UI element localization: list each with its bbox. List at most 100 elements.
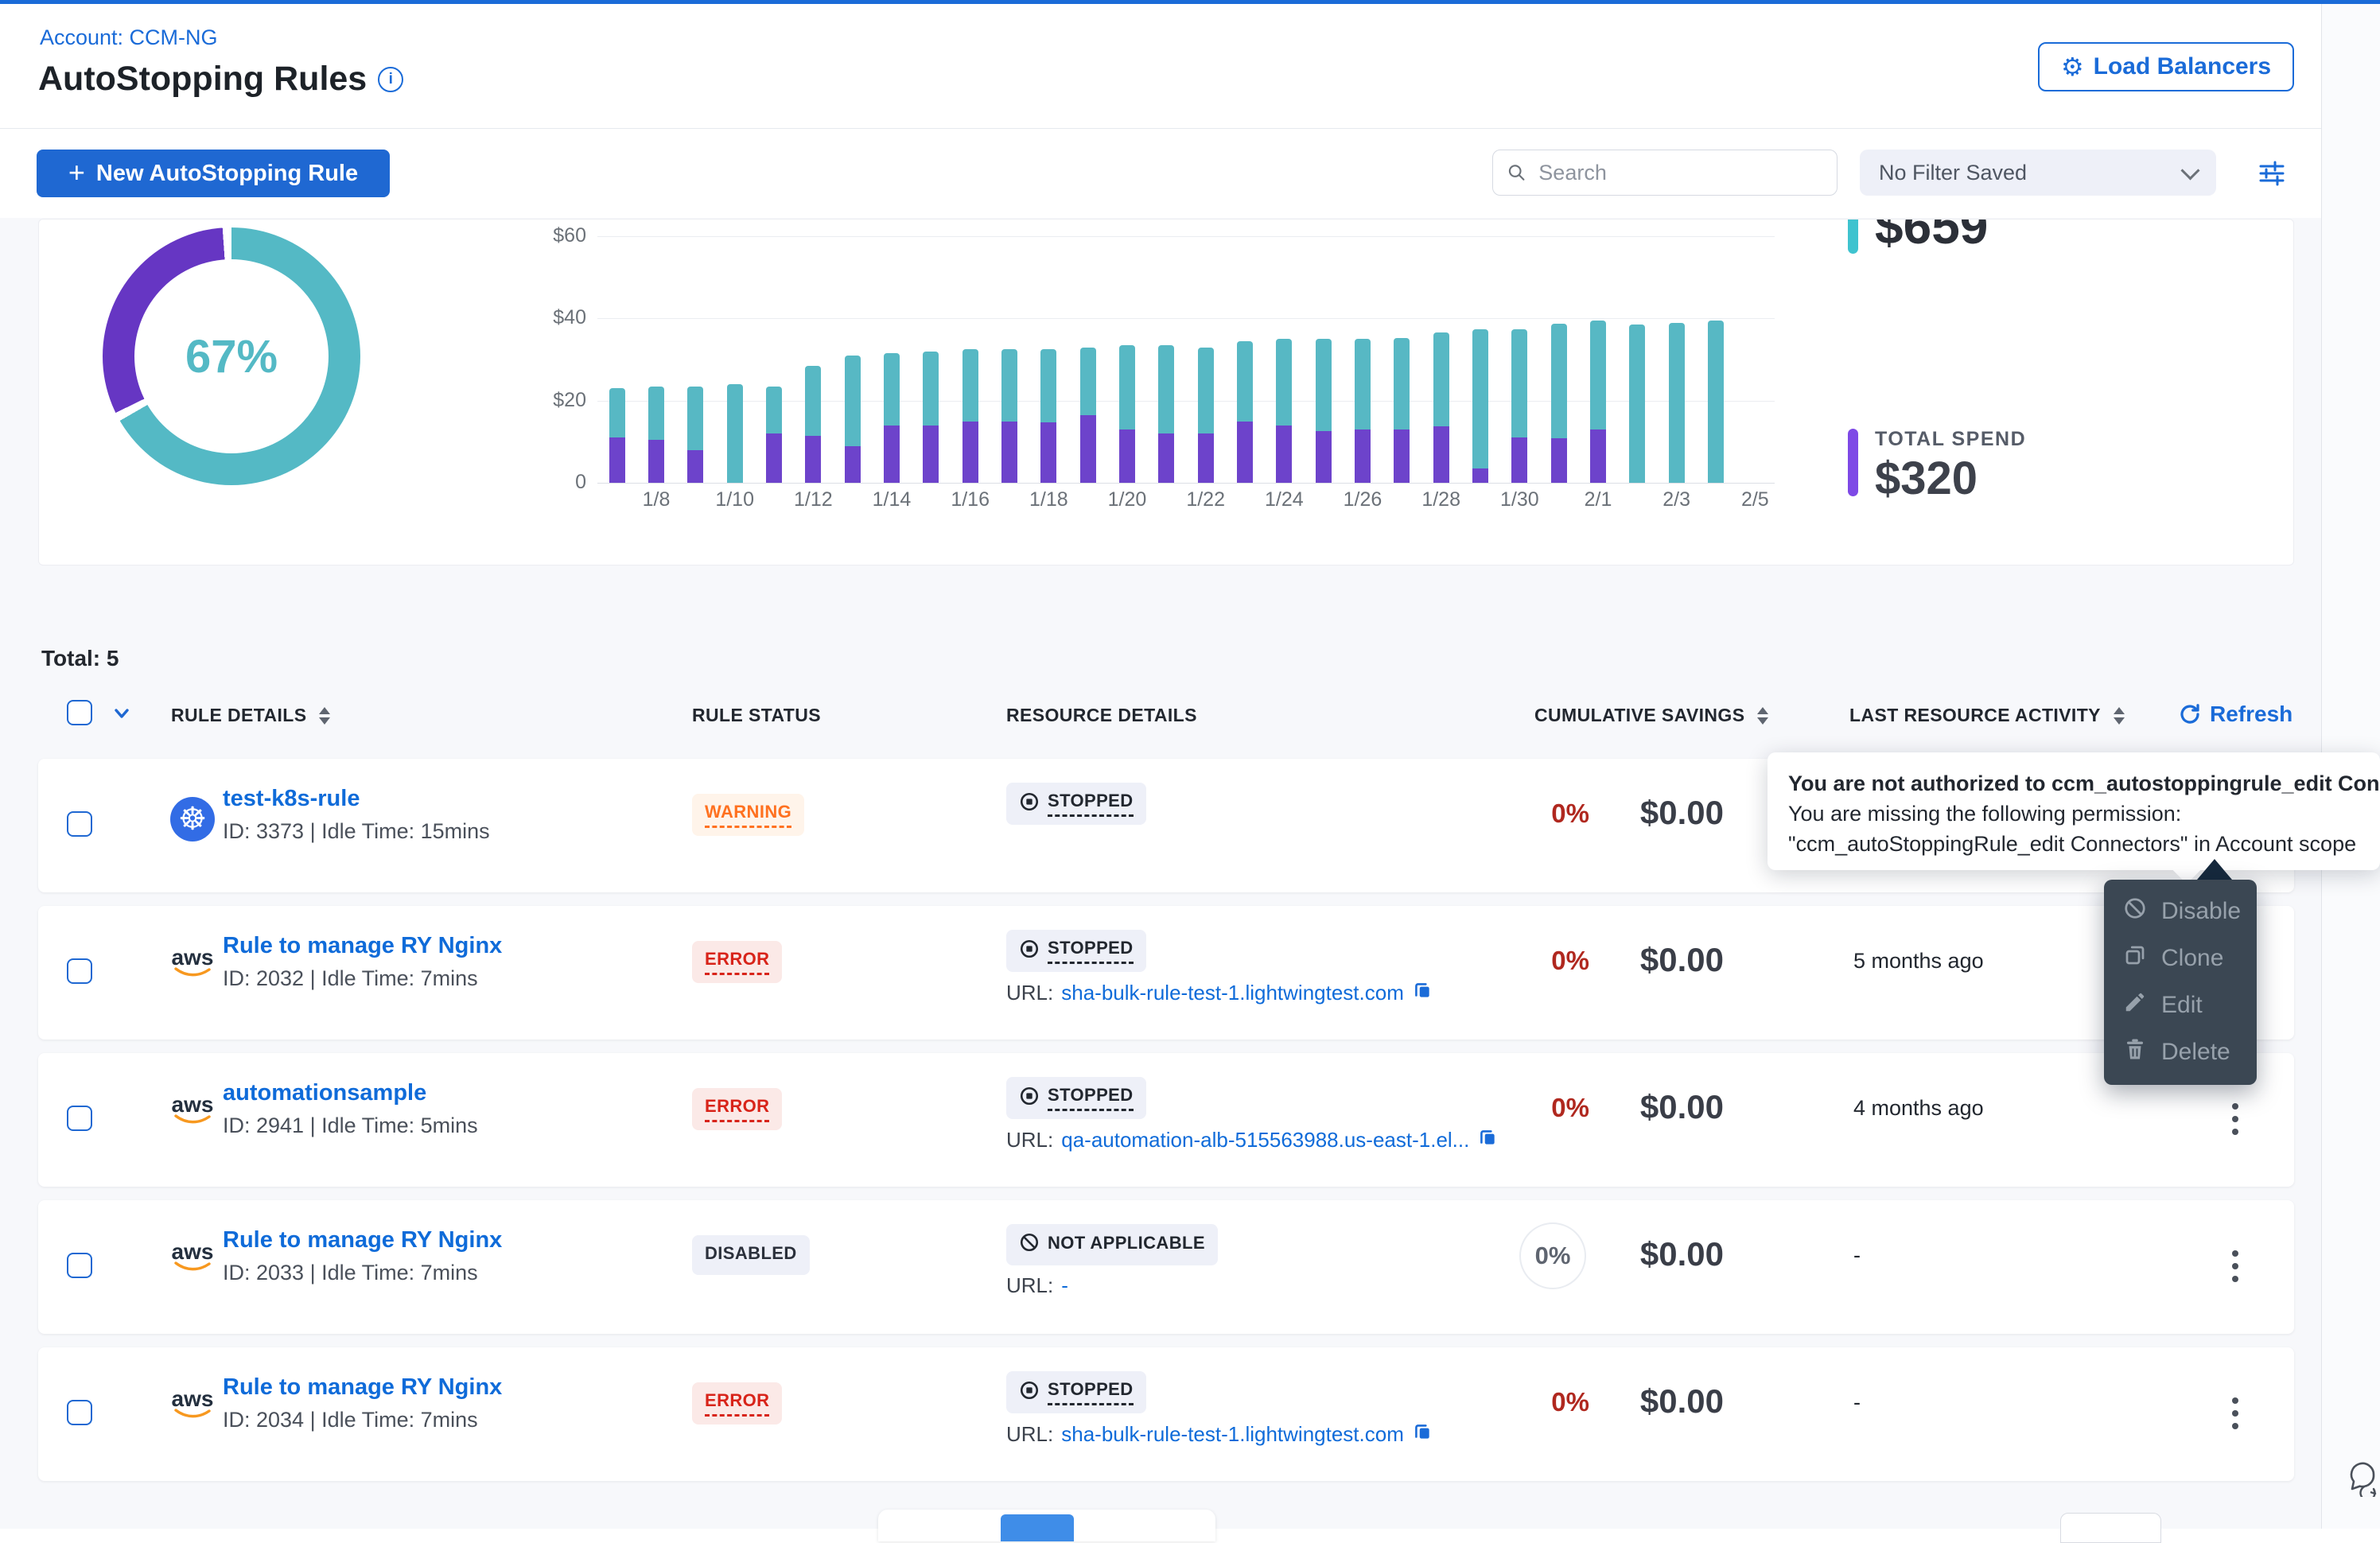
row-checkbox[interactable] — [67, 811, 92, 837]
filter-sliders-icon[interactable] — [2258, 159, 2286, 188]
bar-savings — [805, 366, 821, 436]
bar-spend — [1080, 415, 1096, 483]
bar-savings — [1394, 338, 1410, 429]
context-menu-caret — [2197, 859, 2232, 880]
x-tick-label: 2/3 — [1645, 488, 1709, 511]
context-menu-item-disable[interactable]: Disable — [2104, 888, 2257, 935]
rule-status-badge[interactable]: ERROR — [692, 1088, 782, 1130]
pagination-current-page[interactable] — [1001, 1514, 1074, 1541]
spend-metric-label: TOTAL SPEND — [1875, 428, 2026, 451]
context-menu-item-edit[interactable]: Edit — [2104, 981, 2257, 1028]
resource-state-badge[interactable]: STOPPED — [1006, 930, 1146, 972]
savings-percent: 0% — [1514, 1093, 1589, 1123]
bar-savings — [1433, 332, 1449, 426]
context-menu-label: Disable — [2161, 898, 2241, 925]
bar-spend — [1119, 429, 1135, 483]
row-checkbox[interactable] — [67, 1106, 92, 1131]
resource-state-badge[interactable]: STOPPED — [1006, 783, 1146, 825]
x-tick-label: 2/1 — [1566, 488, 1630, 511]
context-menu-item-clone[interactable]: Clone — [2104, 935, 2257, 981]
rule-name-link[interactable]: test-k8s-rule — [223, 783, 490, 814]
rule-name-link[interactable]: Rule to manage RY Nginx — [223, 930, 502, 962]
search-icon — [1507, 162, 1526, 183]
row-checkbox[interactable] — [67, 1253, 92, 1278]
aws-icon: aws — [172, 947, 214, 977]
copy-icon[interactable] — [1412, 1421, 1433, 1448]
rule-status-badge[interactable]: WARNING — [692, 794, 804, 836]
select-all-checkbox[interactable] — [67, 700, 92, 725]
load-balancers-button[interactable]: ⚙ Load Balancers — [2038, 42, 2294, 91]
chevron-down-icon[interactable] — [111, 705, 132, 722]
resource-url-link[interactable]: - — [1061, 1273, 1068, 1298]
chat-bubble-icon[interactable] — [2343, 1460, 2380, 1497]
pagination-page-size-button[interactable] — [2060, 1513, 2161, 1543]
copy-icon[interactable] — [1412, 980, 1433, 1006]
col-last-resource-activity[interactable]: LAST RESOURCE ACTIVITY — [1849, 705, 2125, 726]
context-menu-label: Clone — [2161, 945, 2223, 972]
resource-url-link[interactable]: qa-automation-alb-515563988.us-east-1.el… — [1061, 1128, 1469, 1152]
rule-status-badge[interactable]: ERROR — [692, 1382, 782, 1424]
x-tick-label: 1/28 — [1410, 488, 1473, 511]
row-menu-kebab-icon[interactable] — [2219, 1386, 2251, 1441]
bar-savings — [1551, 324, 1567, 439]
context-menu-item-delete[interactable]: Delete — [2104, 1028, 2257, 1075]
bar-savings — [1669, 323, 1685, 484]
row-menu-kebab-icon[interactable] — [2219, 1238, 2251, 1294]
rule-meta: ID: 2033 | Idle Time: 7mins — [223, 1261, 502, 1285]
rule-name-link[interactable]: automationsample — [223, 1077, 478, 1109]
resource-state-badge[interactable]: NOT APPLICABLE — [1006, 1224, 1218, 1265]
rule-name-link[interactable]: Rule to manage RY Nginx — [223, 1224, 502, 1256]
gridline — [597, 318, 1775, 319]
account-breadcrumb[interactable]: Account: CCM-NG — [40, 25, 218, 50]
row-checkbox[interactable] — [67, 1400, 92, 1425]
resource-state-badge[interactable]: STOPPED — [1006, 1077, 1146, 1119]
url-label: URL: — [1006, 1128, 1053, 1152]
search-input[interactable] — [1537, 160, 1822, 186]
y-axis: 0$20$40$60 — [513, 220, 586, 522]
copy-icon[interactable] — [1477, 1127, 1498, 1153]
table-row: awsautomationsampleID: 2941 | Idle Time:… — [38, 1053, 2294, 1187]
rule-status-badge[interactable]: DISABLED — [692, 1235, 810, 1275]
aws-icon: aws — [172, 1242, 214, 1272]
savings-amount: $0.00 — [1589, 1235, 1724, 1273]
bar-spend — [609, 437, 625, 483]
bar-savings — [1472, 329, 1488, 468]
url-label: URL: — [1006, 981, 1053, 1005]
refresh-icon — [2178, 702, 2202, 726]
row-menu-kebab-icon[interactable] — [2219, 1091, 2251, 1147]
col-rule-details[interactable]: RULE DETAILS — [171, 705, 330, 726]
sort-icon[interactable] — [319, 707, 330, 725]
col-cumulative-savings[interactable]: CUMULATIVE SAVINGS — [1534, 705, 1768, 726]
resource-url-link[interactable]: sha-bulk-rule-test-1.lightwingtest.com — [1061, 981, 1404, 1005]
table-row: awsRule to manage RY NginxID: 2034 | Idl… — [38, 1347, 2294, 1481]
refresh-button[interactable]: Refresh — [2178, 702, 2292, 727]
donut-percentage: 67% — [185, 330, 278, 383]
bar-spend — [1472, 468, 1488, 483]
x-tick-label: 1/20 — [1095, 488, 1159, 511]
row-checkbox[interactable] — [67, 958, 92, 984]
bar-spend — [648, 440, 664, 483]
resource-url-link[interactable]: sha-bulk-rule-test-1.lightwingtest.com — [1061, 1422, 1404, 1447]
y-tick-label: $40 — [513, 306, 586, 329]
info-icon[interactable]: i — [378, 67, 403, 92]
sort-icon[interactable] — [2114, 707, 2125, 725]
load-balancers-label: Load Balancers — [2094, 53, 2271, 80]
saved-filter-select[interactable]: No Filter Saved — [1860, 150, 2216, 196]
tooltip-line: "ccm_autoStoppingRule_edit Connectors" i… — [1788, 829, 2380, 859]
bar-spend — [1355, 429, 1371, 483]
sort-icon[interactable] — [1757, 707, 1768, 725]
resource-state-badge[interactable]: STOPPED — [1006, 1371, 1146, 1413]
bar-savings — [884, 353, 900, 425]
bar-spend — [805, 436, 821, 483]
bar-savings — [845, 356, 861, 446]
rule-status-badge[interactable]: ERROR — [692, 941, 782, 983]
y-tick-label: $20 — [513, 389, 586, 412]
new-autostopping-rule-button[interactable]: + New AutoStopping Rule — [37, 150, 390, 197]
toolbar: + New AutoStopping Rule No Filter Saved — [0, 129, 2380, 219]
bar-spend — [1511, 437, 1527, 483]
bar-savings — [1080, 348, 1096, 415]
rule-name-link[interactable]: Rule to manage RY Nginx — [223, 1371, 502, 1403]
bar-savings — [1316, 339, 1332, 431]
disable-icon — [2123, 896, 2147, 927]
savings-amount: $0.00 — [1589, 1088, 1724, 1126]
